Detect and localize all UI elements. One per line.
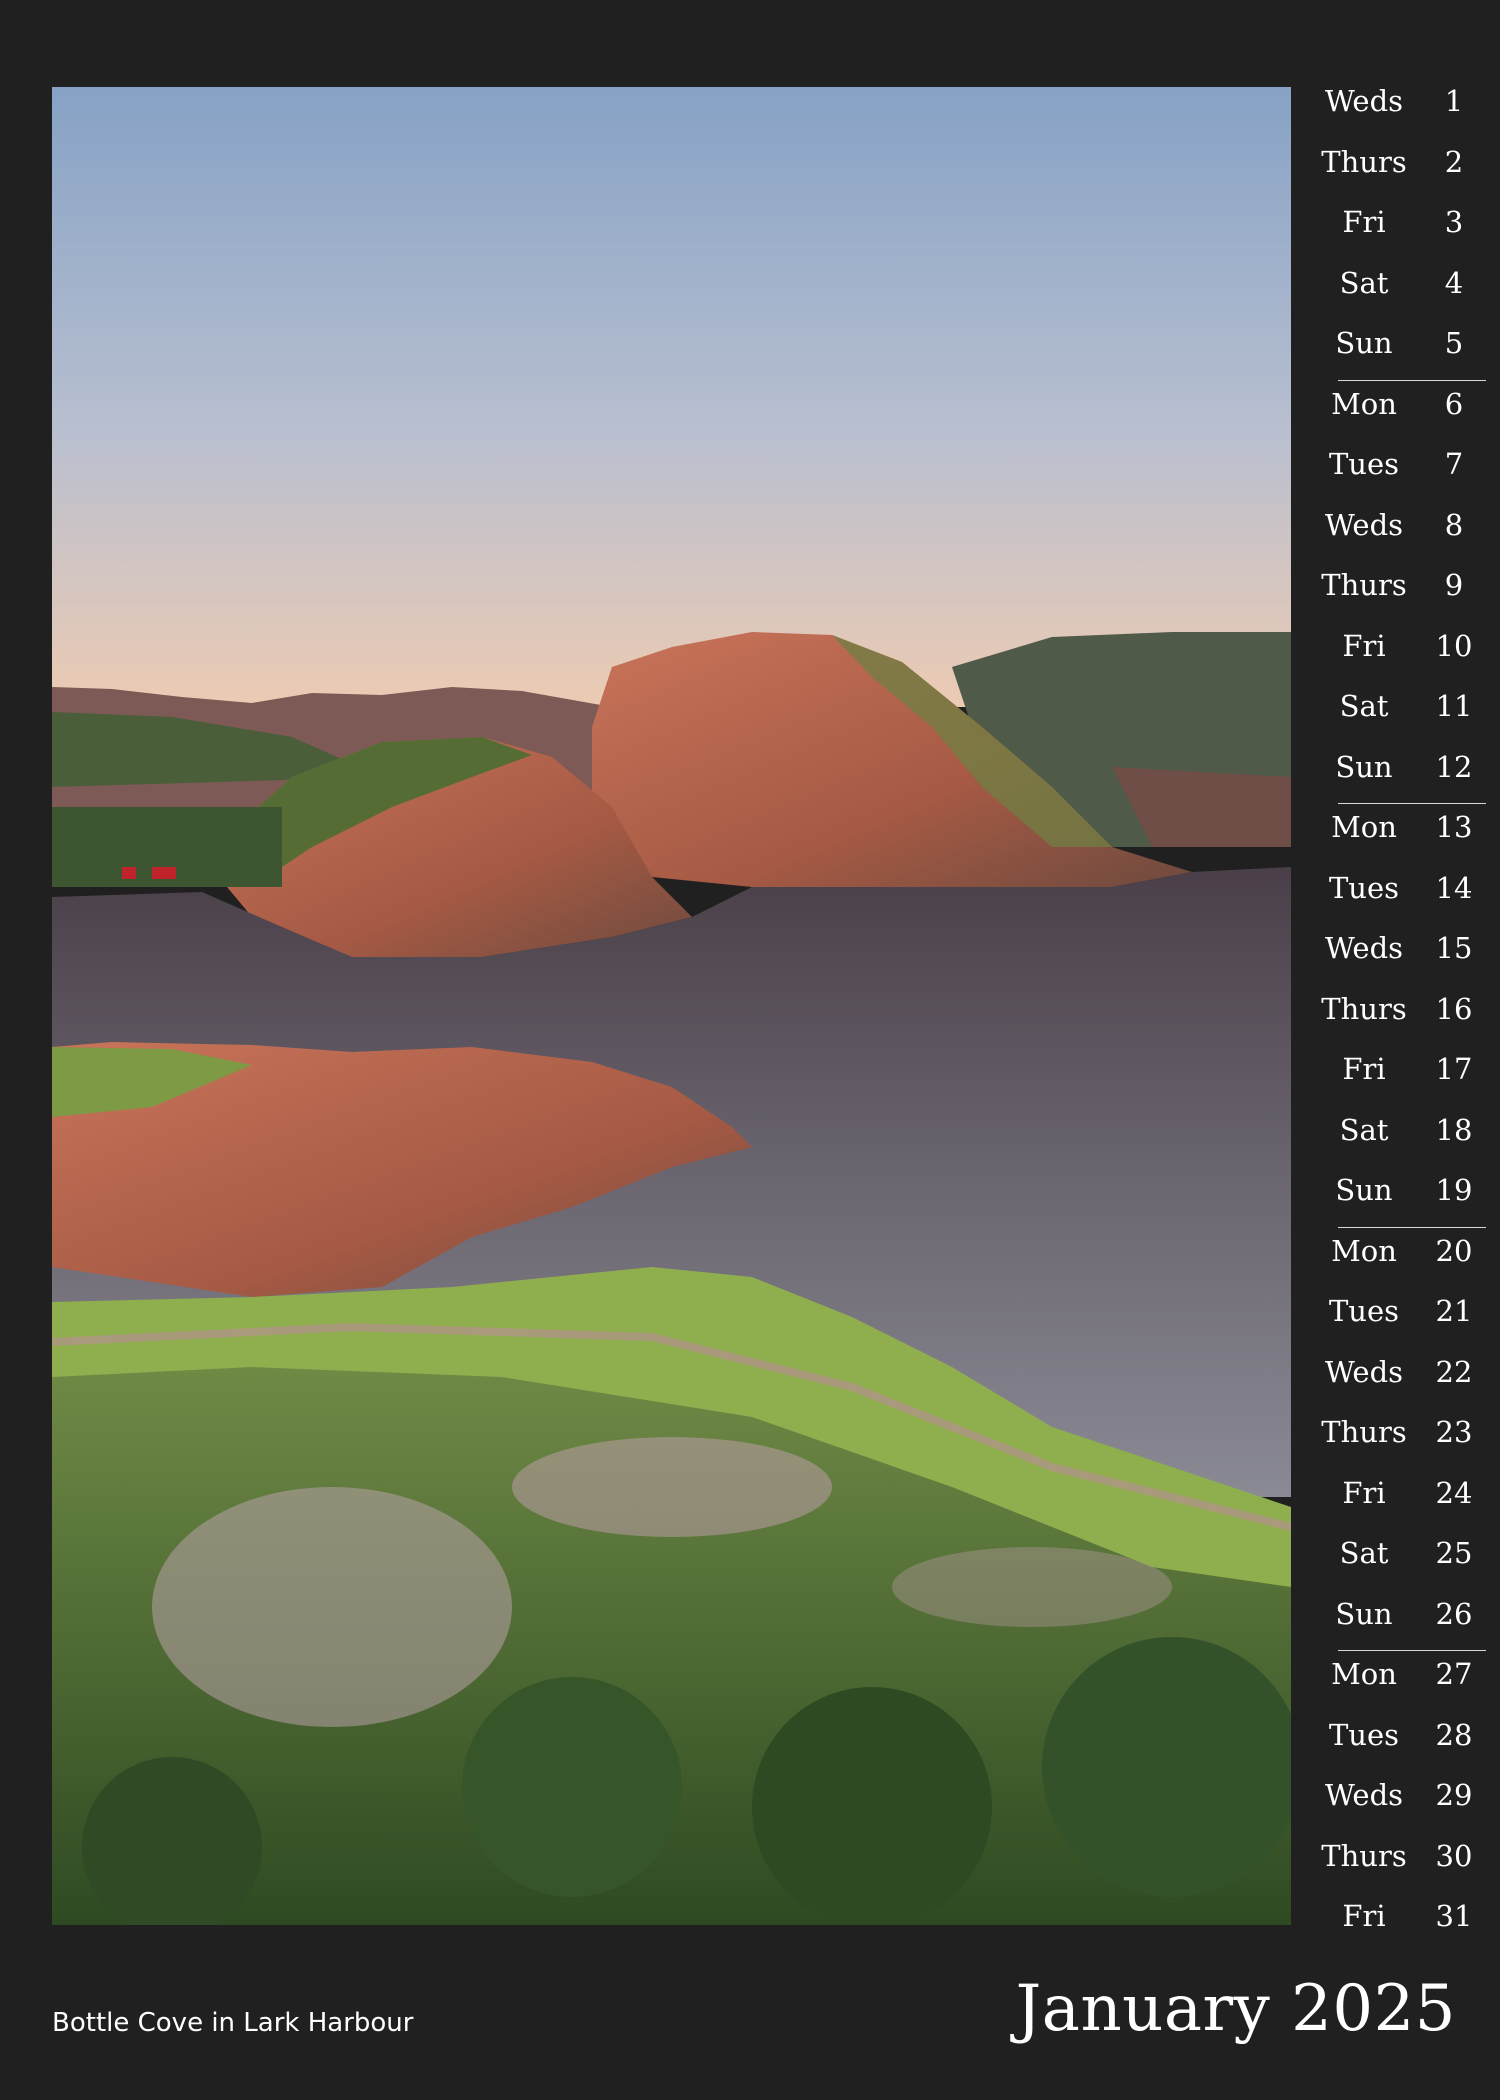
day-row: Thurs 30 <box>1314 1835 1484 1896</box>
day-name: Weds <box>1324 84 1404 118</box>
day-name: Tues <box>1328 1717 1400 1752</box>
day-number: 14 <box>1435 870 1473 905</box>
day-number: 7 <box>1444 447 1464 481</box>
day-name: Fri <box>1342 1899 1386 1933</box>
day-row: Thurs 23 <box>1314 1411 1484 1472</box>
day-row: Sat 4 <box>1314 262 1484 323</box>
day-row: Thurs 16 <box>1314 988 1484 1049</box>
day-name: Mon <box>1331 810 1397 844</box>
day-number: 22 <box>1435 1354 1473 1389</box>
day-name: Weds <box>1324 1354 1404 1389</box>
day-row: Mon 27 <box>1314 1653 1484 1714</box>
day-number: 16 <box>1435 991 1473 1026</box>
day-name: Sat <box>1339 1536 1389 1570</box>
day-row: Fri 24 <box>1314 1472 1484 1533</box>
day-name: Fri <box>1342 205 1386 239</box>
day-name: Tues <box>1328 870 1400 905</box>
day-list: Weds 1 Thurs 2 Fri 3 Sat 4 Sun 5 Mon 6 Tues 7 Weds 8 Thu… <box>1314 80 1486 1956</box>
day-name: Fri <box>1342 1052 1386 1086</box>
day-number: 8 <box>1444 507 1464 542</box>
day-number: 9 <box>1444 568 1464 602</box>
day-name: Mon <box>1331 1233 1397 1268</box>
day-name: Fri <box>1342 628 1386 663</box>
coastal-landscape-image <box>52 87 1291 1925</box>
day-name: Sun <box>1335 749 1393 784</box>
day-number: 3 <box>1444 205 1464 239</box>
day-number: 13 <box>1435 810 1473 844</box>
day-row: Mon 20 <box>1314 1230 1484 1291</box>
day-row: Weds 1 <box>1314 80 1484 141</box>
day-name: Thurs <box>1321 568 1407 602</box>
day-row: Weds 8 <box>1314 504 1484 565</box>
day-number: 26 <box>1435 1596 1473 1631</box>
day-name: Tues <box>1328 447 1400 481</box>
day-number: 12 <box>1435 749 1473 784</box>
day-number: 25 <box>1435 1536 1473 1570</box>
day-row: Tues 21 <box>1314 1290 1484 1351</box>
day-name: Tues <box>1328 1294 1400 1328</box>
day-name: Mon <box>1331 1657 1397 1691</box>
day-row: Weds 22 <box>1314 1351 1484 1412</box>
day-number: 17 <box>1435 1052 1473 1086</box>
day-name: Thurs <box>1321 991 1407 1026</box>
day-row: Sun 19 <box>1314 1169 1486 1230</box>
day-number: 30 <box>1435 1838 1473 1873</box>
day-row: Sat 18 <box>1314 1109 1484 1170</box>
day-row: Sun 26 <box>1314 1593 1486 1654</box>
day-row: Fri 31 <box>1314 1895 1484 1956</box>
day-name: Weds <box>1324 1778 1404 1812</box>
day-number: 5 <box>1444 326 1464 360</box>
day-number: 21 <box>1435 1294 1473 1328</box>
day-name: Sat <box>1339 1112 1389 1147</box>
day-row: Tues 28 <box>1314 1714 1484 1775</box>
day-row: Fri 17 <box>1314 1048 1484 1109</box>
day-number: 4 <box>1444 265 1464 300</box>
day-name: Fri <box>1342 1475 1386 1510</box>
day-row: Sun 5 <box>1314 322 1486 383</box>
day-row: Fri 3 <box>1314 201 1484 262</box>
day-number: 6 <box>1444 386 1464 421</box>
day-name: Sun <box>1335 1596 1393 1631</box>
day-name: Thurs <box>1321 144 1407 179</box>
day-number: 27 <box>1435 1657 1473 1691</box>
photo-caption: Bottle Cove in Lark Harbour <box>52 2008 414 2038</box>
day-number: 18 <box>1435 1112 1473 1147</box>
day-number: 28 <box>1435 1717 1473 1752</box>
day-row: Mon 13 <box>1314 806 1484 867</box>
day-row: Tues 7 <box>1314 443 1484 504</box>
day-name: Thurs <box>1321 1838 1407 1873</box>
day-number: 19 <box>1435 1173 1473 1207</box>
day-row: Weds 15 <box>1314 927 1484 988</box>
landscape-photo <box>52 87 1291 1925</box>
day-number: 2 <box>1444 144 1464 179</box>
month-title: January 2025 <box>1015 1972 1456 2046</box>
day-row: Tues 14 <box>1314 867 1484 928</box>
day-name: Sun <box>1335 1173 1393 1207</box>
day-row: Sun 12 <box>1314 746 1486 807</box>
day-number: 20 <box>1435 1233 1473 1268</box>
day-name: Sat <box>1339 265 1389 300</box>
day-row: Fri 10 <box>1314 625 1484 686</box>
day-number: 23 <box>1435 1415 1473 1449</box>
day-number: 15 <box>1435 931 1473 965</box>
day-number: 29 <box>1435 1778 1473 1812</box>
day-name: Sun <box>1335 326 1393 360</box>
day-number: 31 <box>1435 1899 1473 1933</box>
day-name: Thurs <box>1321 1415 1407 1449</box>
day-name: Weds <box>1324 931 1404 965</box>
day-name: Sat <box>1339 689 1389 723</box>
day-number: 24 <box>1435 1475 1473 1510</box>
day-number: 11 <box>1435 689 1473 723</box>
day-number: 10 <box>1435 628 1473 663</box>
day-row: Thurs 9 <box>1314 564 1484 625</box>
day-row: Weds 29 <box>1314 1774 1484 1835</box>
day-row: Mon 6 <box>1314 383 1484 444</box>
day-row: Sat 11 <box>1314 685 1484 746</box>
day-name: Weds <box>1324 507 1404 542</box>
day-name: Mon <box>1331 386 1397 421</box>
day-row: Thurs 2 <box>1314 141 1484 202</box>
day-row: Sat 25 <box>1314 1532 1484 1593</box>
day-number: 1 <box>1444 84 1464 118</box>
